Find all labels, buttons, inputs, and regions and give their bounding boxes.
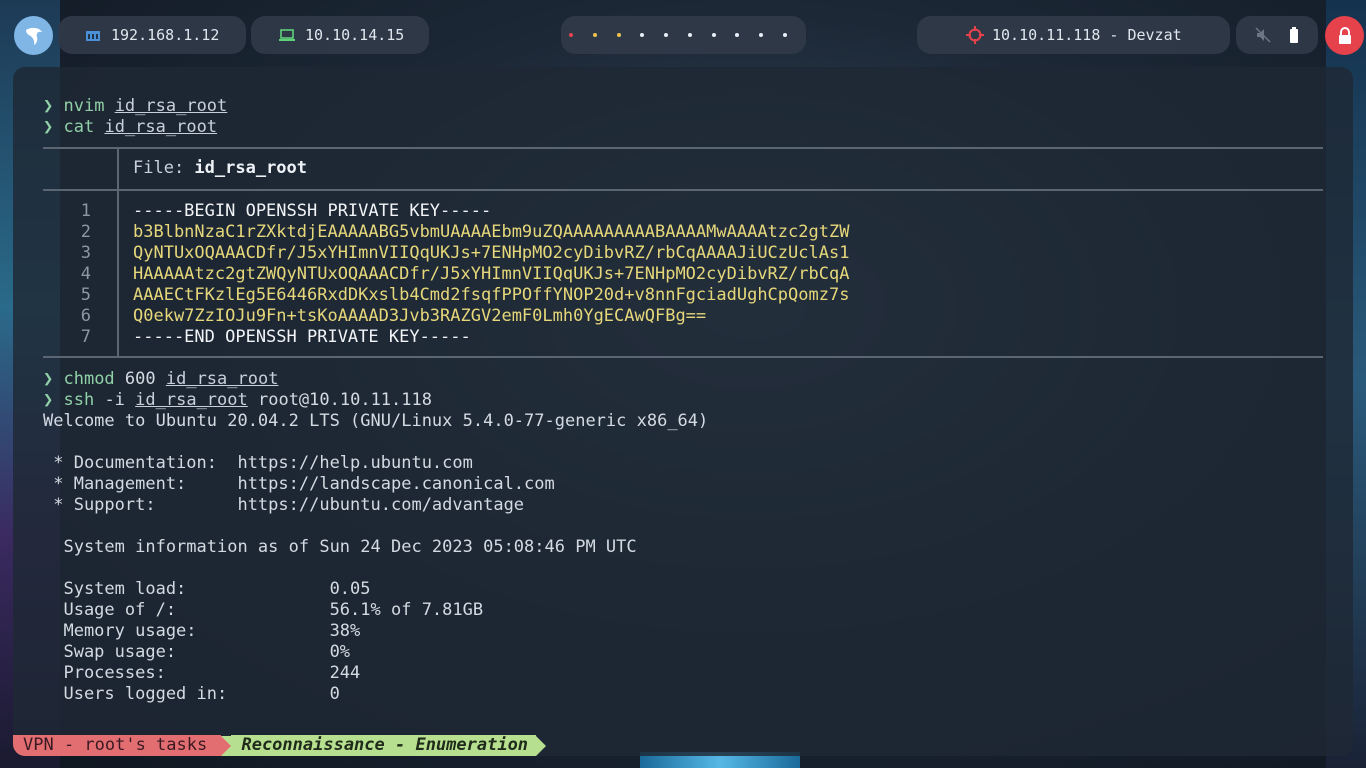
workspace-10[interactable] bbox=[782, 33, 787, 37]
line-number: 1 bbox=[80, 201, 91, 221]
motd-link: * Management: https://landscape.canonica… bbox=[43, 474, 555, 494]
sysinfo-row: Processes: 244 bbox=[43, 663, 361, 683]
command-arg: id_rsa_root bbox=[135, 390, 248, 410]
line-number: 4 bbox=[80, 264, 91, 284]
line-number: 2 bbox=[80, 222, 91, 242]
key-line: -----BEGIN OPENSSH PRIVATE KEY----- bbox=[133, 201, 492, 221]
command-name: nvim bbox=[63, 96, 105, 116]
command-arg: id_rsa_root bbox=[114, 96, 228, 116]
workspace-7[interactable] bbox=[711, 33, 716, 37]
command-line-nvim: ❯ nvim id_rsa_root bbox=[43, 96, 227, 117]
sysinfo-header: System information as of Sun 24 Dec 2023… bbox=[43, 537, 637, 557]
sysinfo-row: Memory usage: 38% bbox=[43, 621, 361, 641]
powerline-separator bbox=[536, 735, 547, 756]
battery-icon[interactable] bbox=[1289, 27, 1299, 43]
vpn-ip-text: 10.10.14.15 bbox=[305, 26, 405, 44]
workspace-9[interactable] bbox=[759, 33, 764, 37]
tmux-status-bar: VPN - root's tasks Reconnaissance - Enum… bbox=[13, 735, 547, 756]
motd-link: * Documentation: https://help.ubuntu.com bbox=[43, 453, 473, 473]
volume-muted-icon[interactable] bbox=[1255, 27, 1271, 43]
network-icon bbox=[86, 31, 100, 41]
motd-link: * Support: https://ubuntu.com/advantage bbox=[43, 495, 525, 515]
lock-button[interactable] bbox=[1325, 16, 1364, 55]
lock-icon bbox=[1338, 26, 1351, 44]
session-name[interactable]: VPN - root's tasks bbox=[13, 735, 222, 756]
workspace-8[interactable] bbox=[735, 33, 740, 37]
workspace-2[interactable] bbox=[592, 33, 597, 37]
vpn-ip-indicator[interactable]: 10.10.14.15 bbox=[251, 16, 429, 54]
bat-top-rule bbox=[43, 147, 1323, 149]
command-line-cat: ❯ cat id_rsa_root bbox=[43, 117, 217, 138]
bat-header-divider bbox=[117, 149, 119, 189]
workspace-6[interactable] bbox=[687, 33, 692, 37]
sysinfo-row: System load: 0.05 bbox=[43, 579, 371, 599]
line-number: 7 bbox=[80, 327, 91, 347]
prompt-chevron: ❯ bbox=[43, 390, 64, 410]
launcher-button[interactable] bbox=[14, 16, 53, 55]
key-line: HAAAAAtzc2gtZWQyNTUxOQAAACDfr/J5xYHImnVI… bbox=[133, 264, 850, 284]
sysinfo-row: Usage of /: 56.1% of 7.81GB bbox=[43, 600, 484, 620]
line-number: 5 bbox=[80, 285, 91, 305]
prompt-chevron: ❯ bbox=[43, 369, 64, 389]
sysinfo-row: Users logged in: 0 bbox=[43, 684, 340, 704]
host-ip-indicator[interactable]: 192.168.1.12 bbox=[58, 16, 246, 54]
command-flags: 600 bbox=[114, 369, 166, 389]
target-text: 10.10.11.118 - Devzat bbox=[992, 26, 1182, 44]
terminal-window[interactable]: ❯ nvim id_rsa_root ❯ cat id_rsa_root Fil… bbox=[13, 67, 1353, 756]
workspace-switcher[interactable] bbox=[561, 16, 806, 54]
host-ip-text: 192.168.1.12 bbox=[111, 26, 220, 44]
command-name: ssh bbox=[63, 390, 95, 410]
file-name: id_rsa_root bbox=[194, 158, 308, 178]
welcome-banner: Welcome to Ubuntu 20.04.2 LTS (GNU/Linux… bbox=[43, 411, 709, 431]
file-label: File: bbox=[133, 158, 195, 178]
key-line: AAAECtFKzlEg5E6446RxdDKxslb4Cmd2fsqfPPOf… bbox=[133, 285, 850, 305]
line-number: 3 bbox=[80, 243, 91, 263]
bat-gutter-divider bbox=[117, 191, 119, 356]
command-line-ssh: ❯ ssh -i id_rsa_root root@10.10.11.118 bbox=[43, 390, 432, 411]
workspace-4[interactable] bbox=[640, 33, 645, 37]
crosshair-icon bbox=[966, 26, 984, 44]
command-name: chmod bbox=[63, 369, 115, 389]
key-line: QyNTUxOQAAACDfr/J5xYHImnVIIQqUKJs+7ENHpM… bbox=[133, 243, 850, 263]
powerline-separator bbox=[221, 735, 232, 756]
command-name: cat bbox=[63, 117, 95, 137]
sysinfo-row: Swap usage: 0% bbox=[43, 642, 351, 662]
workspace-1[interactable] bbox=[569, 33, 573, 37]
command-flags: -i bbox=[94, 390, 136, 410]
key-line: b3BlbnNzaC1rZXktdjEAAAAABG5vbmUAAAAEbm9u… bbox=[133, 222, 850, 242]
window-name[interactable]: Reconnaissance - Enumeration bbox=[231, 735, 537, 756]
workspace-5[interactable] bbox=[664, 33, 669, 37]
system-tray[interactable] bbox=[1236, 16, 1318, 54]
kali-dragon-icon bbox=[25, 27, 42, 45]
target-indicator[interactable]: 10.10.11.118 - Devzat bbox=[917, 16, 1230, 54]
command-line-chmod: ❯ chmod 600 id_rsa_root bbox=[43, 369, 278, 390]
bat-bottom-rule bbox=[43, 356, 1323, 358]
command-target: root@10.10.11.118 bbox=[247, 390, 432, 410]
command-arg: id_rsa_root bbox=[165, 369, 279, 389]
workspace-3[interactable] bbox=[616, 33, 621, 37]
prompt-chevron: ❯ bbox=[43, 117, 64, 137]
bat-file-header: File: id_rsa_root bbox=[133, 158, 307, 179]
line-number: 6 bbox=[80, 306, 91, 326]
command-arg: id_rsa_root bbox=[104, 117, 218, 137]
bat-mid-rule bbox=[43, 189, 1323, 191]
laptop-icon bbox=[279, 29, 295, 41]
key-line: Q0ekw7ZzIOJu9Fn+tsKoAAAAD3Jvb3RAZGV2emF0… bbox=[133, 306, 707, 326]
prompt-chevron: ❯ bbox=[43, 96, 64, 116]
key-line: -----END OPENSSH PRIVATE KEY----- bbox=[133, 327, 471, 347]
